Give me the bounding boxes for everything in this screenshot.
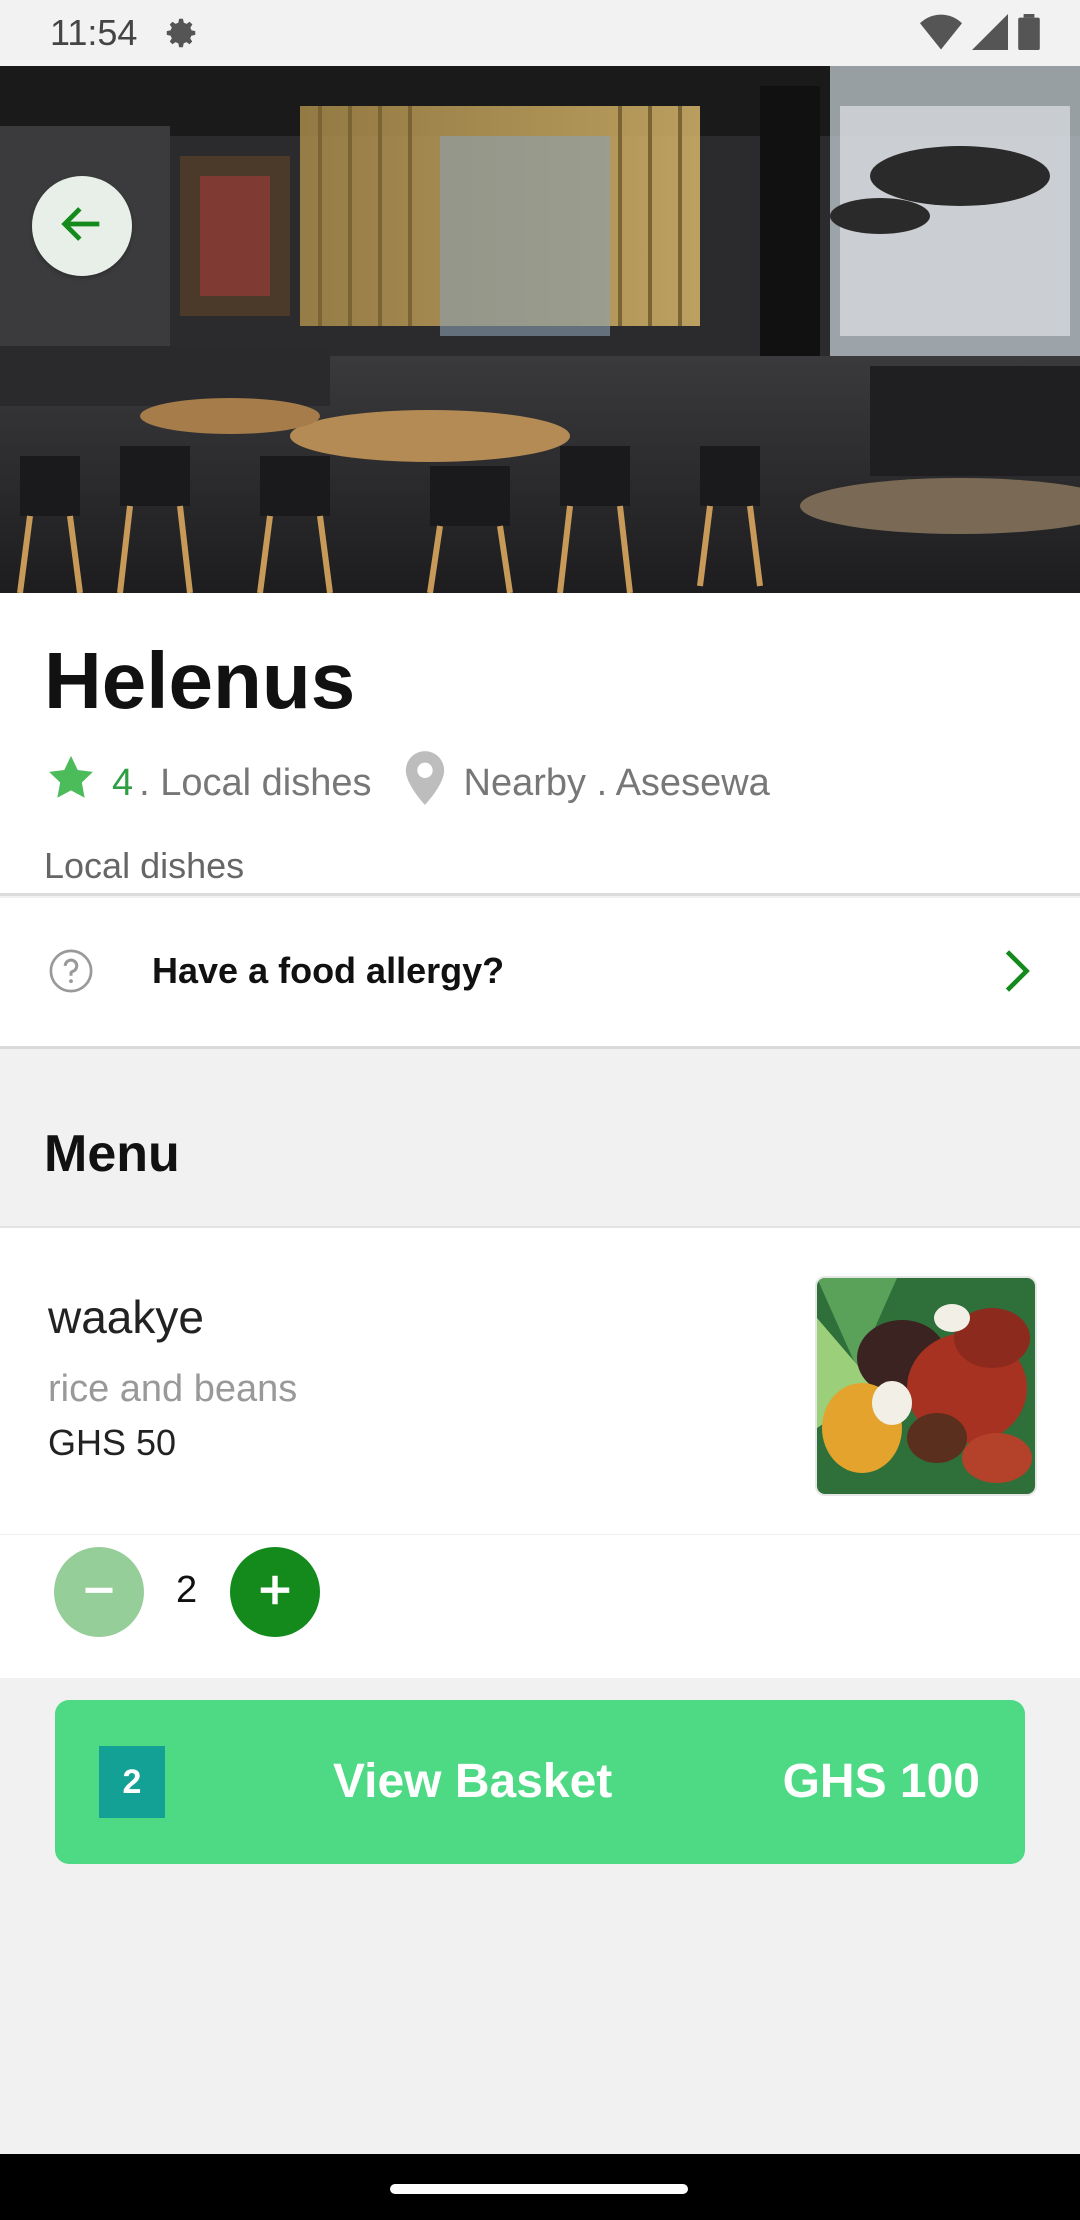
restaurant-meta: 4 . Local dishes Nearby . Asesewa xyxy=(44,751,770,815)
increase-quantity-button[interactable] xyxy=(230,1547,320,1637)
menu-heading: Menu xyxy=(44,1125,180,1183)
help-circle-icon xyxy=(48,948,94,999)
basket-total: GHS 100 xyxy=(782,1755,980,1808)
allergy-label: Have a food allergy? xyxy=(152,950,505,991)
arrow-left-icon xyxy=(56,198,108,255)
signal-icon xyxy=(972,14,1008,55)
menu-item-price: GHS 50 xyxy=(48,1422,177,1463)
subcategory-label: Local dishes xyxy=(44,845,245,886)
home-gesture-handle[interactable] xyxy=(390,2184,688,2194)
restaurant-hero-image xyxy=(0,66,1080,593)
system-nav-bar xyxy=(0,2154,1080,2220)
quantity-stepper: 2 xyxy=(0,1534,1080,1678)
status-bar: 11:54 xyxy=(0,0,1080,66)
plus-icon xyxy=(256,1571,294,1614)
gear-icon xyxy=(162,14,200,57)
star-icon xyxy=(44,752,98,814)
divider xyxy=(0,893,1080,896)
location-label: Nearby . Asesewa xyxy=(463,761,770,804)
menu-item-card[interactable]: waakye rice and beans GHS 50 xyxy=(0,1226,1080,1536)
back-button[interactable] xyxy=(32,176,132,276)
restaurant-info: Helenus 4 . Local dishes Nearby . Asesew… xyxy=(0,593,1080,896)
location-pin-icon xyxy=(402,751,448,815)
menu-item-image xyxy=(815,1276,1037,1496)
menu-item-description: rice and beans xyxy=(48,1368,298,1410)
battery-icon xyxy=(1018,14,1040,55)
restaurant-name: Helenus xyxy=(44,636,356,725)
category-label: . Local dishes xyxy=(139,761,372,804)
rating-value: 4 xyxy=(112,761,134,804)
chevron-right-icon xyxy=(1002,948,1032,999)
minus-icon xyxy=(81,1572,117,1613)
status-time: 11:54 xyxy=(50,12,138,53)
view-basket-button[interactable]: 2 View Basket GHS 100 xyxy=(55,1700,1025,1864)
wifi-icon xyxy=(920,14,962,55)
food-allergy-row[interactable]: Have a food allergy? xyxy=(0,898,1080,1046)
divider xyxy=(0,1046,1080,1049)
basket-count-badge: 2 xyxy=(99,1746,165,1818)
view-basket-label: View Basket xyxy=(333,1755,613,1808)
quantity-value: 2 xyxy=(176,1569,198,1611)
decrease-quantity-button[interactable] xyxy=(54,1547,144,1637)
menu-item-name: waakye xyxy=(48,1291,204,1343)
